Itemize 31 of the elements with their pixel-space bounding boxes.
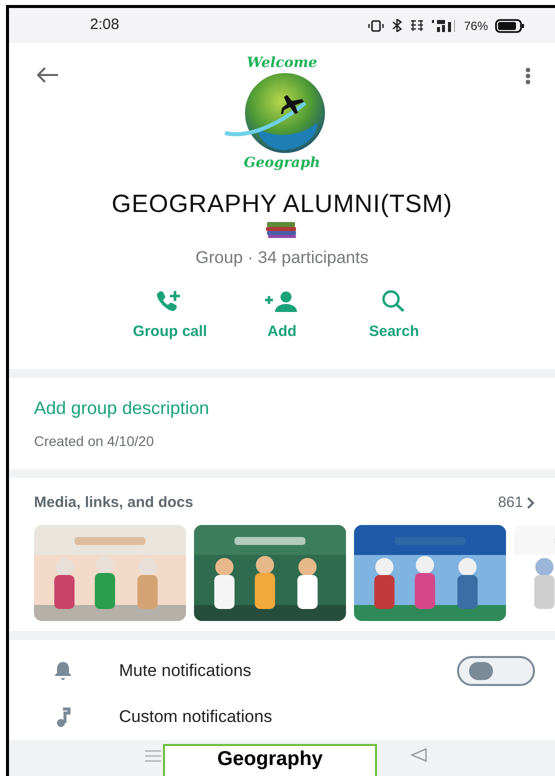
settings-row[interactable]: Mute notifications — [9, 648, 555, 694]
network-icon — [410, 19, 424, 32]
media-count-button[interactable]: 861 — [498, 492, 535, 514]
add-person-icon — [264, 290, 300, 312]
status-time: 2:08 — [90, 15, 120, 36]
action-button[interactable]: Search — [340, 286, 448, 343]
signal-icon — [430, 19, 457, 32]
add-description-link[interactable]: Add group description — [34, 395, 530, 422]
chevron-right-icon — [527, 497, 535, 510]
search-icon — [381, 288, 407, 312]
more-icon — [525, 67, 531, 85]
mute-toggle[interactable] — [457, 656, 535, 686]
media-title: Media, links, and docs — [34, 493, 194, 513]
caption-label: Geography — [163, 744, 377, 776]
back-arrow-icon — [37, 67, 59, 83]
bell-icon — [53, 660, 73, 680]
group-subtitle: Group · 34 participants — [196, 247, 368, 269]
bluetooth-icon — [390, 19, 403, 32]
created-date: Created on 4/10/20 — [34, 432, 155, 451]
music-note-icon — [55, 706, 71, 726]
battery-percent: 76% — [464, 18, 488, 34]
avatar-bottom-text: Geograph — [244, 155, 320, 171]
back-triangle-icon[interactable] — [410, 748, 428, 762]
action-button[interactable]: Add — [228, 286, 336, 343]
battery-icon — [495, 18, 525, 32]
vibrate-icon — [368, 20, 384, 32]
settings-row[interactable]: Custom notifications — [9, 694, 555, 740]
group-name: GEOGRAPHY ALUMNI(TSM) — [112, 189, 452, 219]
action-button[interactable]: Group call — [116, 286, 224, 343]
menu-icon[interactable] — [145, 750, 161, 762]
avatar-top-text: Welcome — [246, 55, 318, 71]
